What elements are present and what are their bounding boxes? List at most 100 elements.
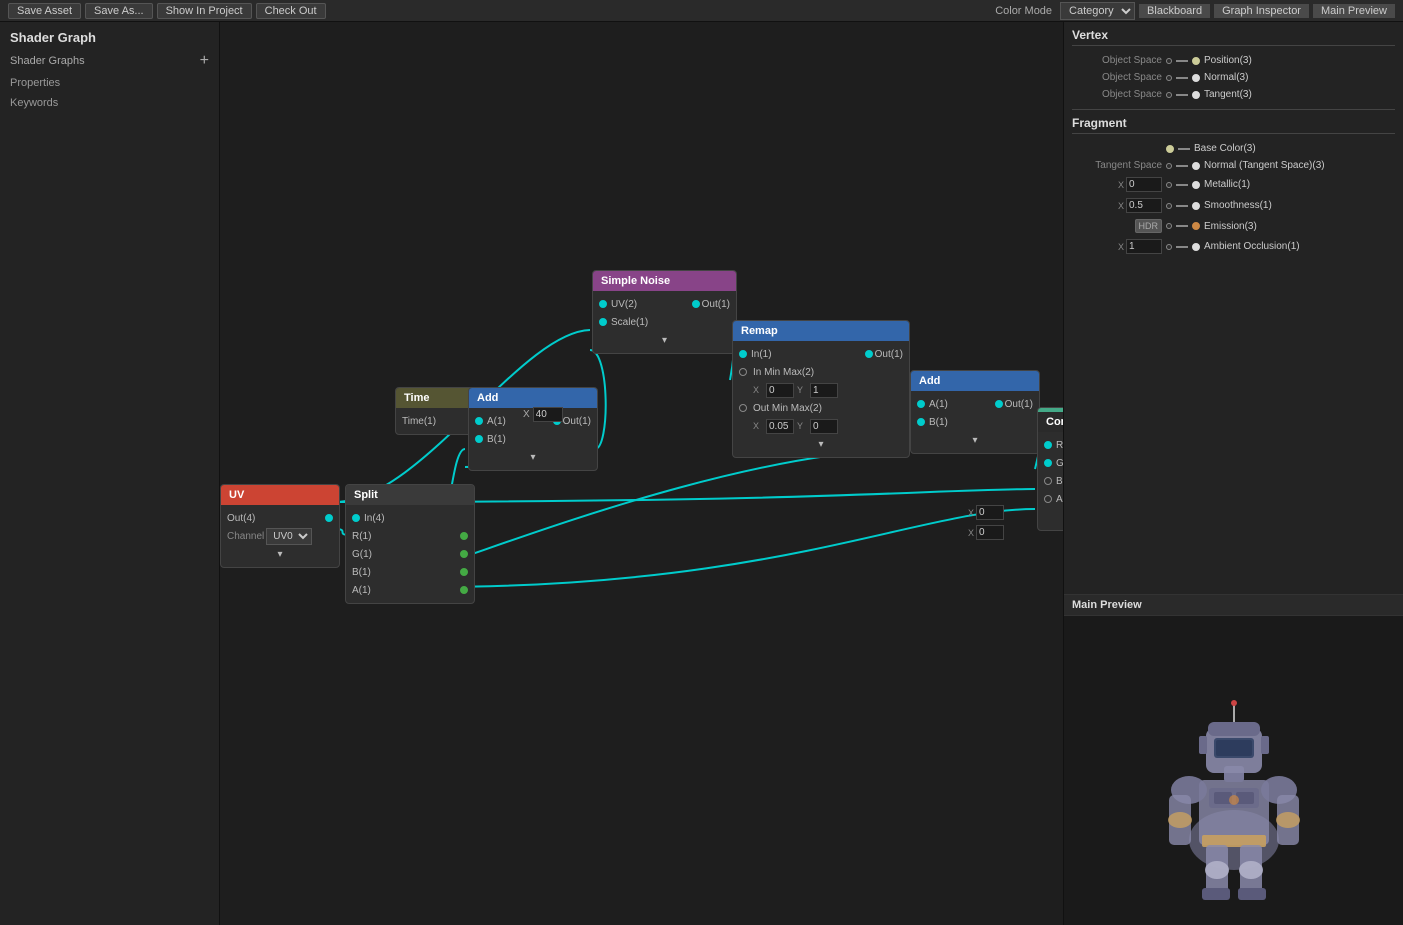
remap-oy-input[interactable]: [810, 419, 838, 434]
sidebar-item-keywords[interactable]: Keywords: [0, 93, 219, 113]
simple-noise-body: UV(2) Out(1) Scale(1) ▾: [593, 291, 736, 353]
remap-expand-row[interactable]: ▾: [733, 435, 909, 453]
check-out-button[interactable]: Check Out: [256, 3, 326, 19]
color-mode-label: Color Mode: [995, 5, 1052, 17]
show-in-project-button[interactable]: Show In Project: [157, 3, 252, 19]
combine-x0-top-input[interactable]: [976, 505, 1004, 520]
add2-a-in-port[interactable]: [917, 400, 925, 408]
fragment-smoothness-port[interactable]: [1192, 202, 1200, 210]
sn-uv-in-port[interactable]: [599, 300, 607, 308]
combine-a-in-port[interactable]: [1044, 495, 1052, 503]
remap-inminmax-port[interactable]: [739, 368, 747, 376]
add1-a-label: A(1): [487, 416, 506, 427]
fragment-metallic-port[interactable]: [1192, 181, 1200, 189]
remap-outminmax-values: X Y: [733, 417, 909, 435]
fragment-emission-value: Emission(3): [1204, 221, 1395, 232]
combine-g-in-port[interactable]: [1044, 459, 1052, 467]
combine-x0-bot-input[interactable]: [976, 525, 1004, 540]
remap-out-port[interactable]: [865, 350, 873, 358]
remap-ox-label: X: [753, 421, 763, 431]
split-b-port[interactable]: [460, 568, 468, 576]
combine-r-in-port[interactable]: [1044, 441, 1052, 449]
vertex-tangent-in-port[interactable]: [1192, 91, 1200, 99]
fragment-ao-x-label: X: [1072, 239, 1162, 254]
remap-in-port[interactable]: [739, 350, 747, 358]
time-out-label: Time(1): [402, 416, 436, 427]
add2-expand-row[interactable]: ▾: [911, 431, 1039, 449]
remap-header: Remap: [733, 321, 909, 341]
combine-header: Combing: [1038, 412, 1063, 432]
color-mode-select[interactable]: Category: [1060, 2, 1135, 20]
add1-b-in-port[interactable]: [475, 435, 483, 443]
add2-out-port[interactable]: [995, 400, 1003, 408]
add-shader-graph-button[interactable]: +: [200, 53, 209, 69]
uv-channel-select[interactable]: UV0: [266, 528, 312, 545]
remap-in-row: In(1) Out(1): [733, 345, 909, 363]
add2-b-in-port[interactable]: [917, 418, 925, 426]
remap-y-label: Y: [797, 385, 807, 395]
fragment-basecolor-port[interactable]: [1166, 145, 1174, 153]
sn-scale-in-port[interactable]: [599, 318, 607, 326]
x40-input[interactable]: [533, 407, 563, 422]
blackboard-button[interactable]: Blackboard: [1139, 4, 1210, 18]
fragment-ao-port[interactable]: [1192, 243, 1200, 251]
combine-b-in-port[interactable]: [1044, 477, 1052, 485]
combine-node: Combing R(1) RGBA(4) G(1) RGB(3) B(1): [1037, 407, 1063, 531]
sidebar-item-properties[interactable]: Properties: [0, 73, 219, 93]
fragment-emission-port[interactable]: [1192, 222, 1200, 230]
remap-ox-input[interactable]: [766, 419, 794, 434]
add2-b-row: B(1): [911, 413, 1039, 431]
remap-inminmax-label: In Min Max(2): [753, 367, 814, 378]
remap-x-input[interactable]: [766, 383, 794, 398]
remap-y-input[interactable]: [810, 383, 838, 398]
combine-a-row: A(1): [1038, 490, 1063, 508]
fragment-normal-port[interactable]: [1192, 162, 1200, 170]
combine-expand-row[interactable]: ▾: [1038, 508, 1063, 526]
fragment-title: Fragment: [1072, 116, 1395, 134]
sn-scale-row: Scale(1): [593, 313, 736, 331]
uv-out-port[interactable]: [325, 514, 333, 522]
sn-uv-label: UV(2): [611, 299, 637, 310]
vertex-normal-value: Normal(3): [1204, 72, 1395, 83]
split-in-port[interactable]: [352, 514, 360, 522]
main-preview-button[interactable]: Main Preview: [1313, 4, 1395, 18]
remap-outminmax-port[interactable]: [739, 404, 747, 412]
sn-expand-row[interactable]: ▾: [593, 331, 736, 349]
add1-expand-row[interactable]: ▾: [469, 448, 597, 466]
fragment-basecolor-value: Base Color(3): [1194, 143, 1395, 154]
save-asset-button[interactable]: Save Asset: [8, 3, 81, 19]
remap-outminmax-label: Out Min Max(2): [753, 403, 822, 414]
panel-spacer: [1064, 263, 1403, 594]
add1-a-in-port[interactable]: [475, 417, 483, 425]
uv-node: UV Out(4) Channel UV0 ▾: [220, 484, 340, 568]
canvas-area[interactable]: UV Out(4) Channel UV0 ▾ Split: [220, 22, 1063, 925]
graph-inspector-button[interactable]: Graph Inspector: [1214, 4, 1309, 18]
basecolor-line: [1178, 148, 1190, 150]
fragment-emission-line: [1176, 225, 1188, 227]
add1-node-header: Add: [469, 388, 597, 408]
add1-b-row: B(1): [469, 430, 597, 448]
combine-r-row: R(1) RGBA(4): [1038, 436, 1063, 454]
smoothness-x-input[interactable]: [1126, 198, 1162, 213]
vertex-position-in-port[interactable]: [1192, 57, 1200, 65]
vertex-position-line: [1176, 60, 1188, 62]
vertex-normal-in-port[interactable]: [1192, 74, 1200, 82]
save-as-button[interactable]: Save As...: [85, 3, 153, 19]
add1-node: Add A(1) Out(1) B(1) ▾: [468, 387, 598, 471]
metallic-x-input[interactable]: [1126, 177, 1162, 192]
sn-out-label: Out(1): [702, 299, 730, 310]
split-g-port[interactable]: [460, 550, 468, 558]
uv-expand-row[interactable]: ▾: [221, 545, 339, 563]
remap-inminmax-row: In Min Max(2): [733, 363, 909, 381]
sidebar-title: Shader Graph: [0, 22, 219, 49]
sn-out-port[interactable]: [692, 300, 700, 308]
sn-uv-row: UV(2) Out(1): [593, 295, 736, 313]
ao-x-input[interactable]: [1126, 239, 1162, 254]
split-a-port[interactable]: [460, 586, 468, 594]
fragment-metallic-line: [1176, 184, 1188, 186]
uv-channel-row: Channel UV0: [221, 527, 339, 545]
remap-x-label: X: [753, 385, 763, 395]
vertex-position-label: Object Space: [1072, 55, 1162, 66]
split-r-port[interactable]: [460, 532, 468, 540]
fragment-normal-row: Tangent Space Normal (Tangent Space)(3): [1072, 157, 1395, 174]
